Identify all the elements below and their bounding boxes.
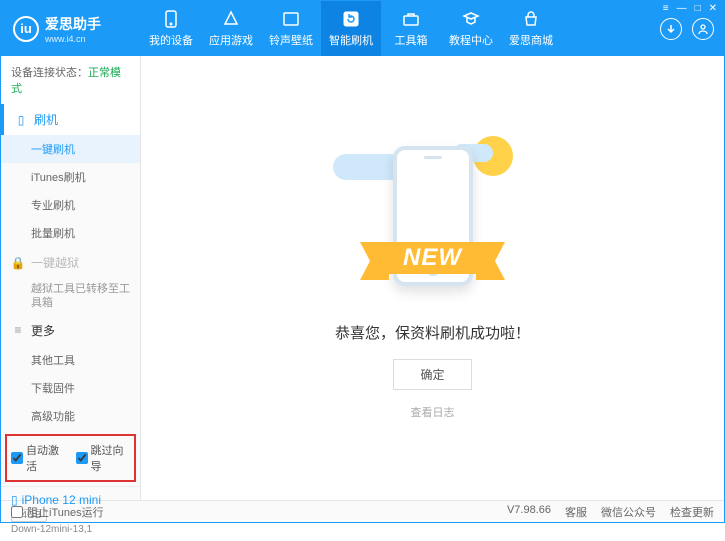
- sidebar-group-jailbreak[interactable]: 🔒 一键越狱: [1, 247, 140, 278]
- download-button[interactable]: [660, 18, 682, 40]
- apps-icon: [222, 10, 240, 28]
- sidebar: 设备连接状态：正常模式 ▯ 刷机 一键刷机 iTunes刷机 专业刷机 批量刷机…: [1, 56, 141, 500]
- header-bar: iu 爱思助手 www.i4.cn 我的设备 应用游戏 铃声壁纸 智能刷机 工具…: [1, 1, 724, 56]
- minimize-icon[interactable]: —: [677, 3, 687, 14]
- sidebar-item-download-fw[interactable]: 下载固件: [1, 374, 140, 402]
- tutorial-icon: [462, 10, 480, 28]
- logo-area: iu 爱思助手 www.i4.cn: [1, 14, 141, 44]
- nav-apps[interactable]: 应用游戏: [201, 1, 261, 56]
- sidebar-item-other-tools[interactable]: 其他工具: [1, 346, 140, 374]
- success-message: 恭喜您，保资料刷机成功啦！: [335, 322, 530, 343]
- maximize-icon[interactable]: □: [695, 3, 701, 14]
- device-model: Down-12mini-13,1: [11, 524, 130, 535]
- checkbox-auto-activate[interactable]: 自动激活: [11, 442, 66, 474]
- menu-icon[interactable]: ≡: [663, 3, 669, 14]
- window-controls: ≡ — □ ✕: [663, 3, 717, 14]
- sidebar-item-advanced[interactable]: 高级功能: [1, 402, 140, 430]
- sidebar-item-pro-flash[interactable]: 专业刷机: [1, 191, 140, 219]
- nav-smart-flash[interactable]: 智能刷机: [321, 1, 381, 56]
- sidebar-group-more[interactable]: ≡ 更多: [1, 315, 140, 346]
- footer-link-support[interactable]: 客服: [565, 504, 587, 520]
- close-icon[interactable]: ✕: [709, 3, 717, 14]
- jailbreak-note: 越狱工具已转移至工具箱: [1, 278, 140, 315]
- view-log-link[interactable]: 查看日志: [411, 404, 455, 420]
- sidebar-item-onekey-flash[interactable]: 一键刷机: [1, 135, 140, 163]
- version-label: V7.98.66: [507, 504, 551, 520]
- top-nav: 我的设备 应用游戏 铃声壁纸 智能刷机 工具箱 教程中心 爱思商城: [141, 1, 650, 56]
- footer-link-update[interactable]: 检查更新: [670, 504, 714, 520]
- header-right: [650, 18, 724, 40]
- sidebar-group-flash[interactable]: ▯ 刷机: [1, 104, 140, 135]
- options-highlight-box: 自动激活 跳过向导: [5, 434, 136, 482]
- sidebar-item-batch-flash[interactable]: 批量刷机: [1, 219, 140, 247]
- refresh-icon: [342, 10, 360, 28]
- phone-icon: ▯: [14, 113, 28, 127]
- footer-link-wechat[interactable]: 微信公众号: [601, 504, 656, 520]
- new-ribbon: NEW: [389, 242, 476, 274]
- success-illustration: NEW: [333, 136, 533, 306]
- wallpaper-icon: [282, 10, 300, 28]
- checkbox-block-itunes[interactable]: 阻止iTunes运行: [11, 504, 104, 520]
- nav-my-device[interactable]: 我的设备: [141, 1, 201, 56]
- checkbox-skip-guide[interactable]: 跳过向导: [76, 442, 131, 474]
- nav-toolbox[interactable]: 工具箱: [381, 1, 441, 56]
- lock-icon: 🔒: [11, 256, 25, 270]
- device-icon: [162, 10, 180, 28]
- logo-icon: iu: [13, 16, 39, 42]
- nav-tutorials[interactable]: 教程中心: [441, 1, 501, 56]
- sidebar-item-itunes-flash[interactable]: iTunes刷机: [1, 163, 140, 191]
- device-status: 设备连接状态：正常模式: [1, 56, 140, 104]
- store-icon: [522, 10, 540, 28]
- toolbox-icon: [402, 10, 420, 28]
- nav-ringtones[interactable]: 铃声壁纸: [261, 1, 321, 56]
- app-name: 爱思助手: [45, 14, 101, 34]
- nav-store[interactable]: 爱思商城: [501, 1, 561, 56]
- ok-button[interactable]: 确定: [393, 359, 471, 390]
- account-button[interactable]: [692, 18, 714, 40]
- main-content: NEW 恭喜您，保资料刷机成功啦！ 确定 查看日志: [141, 56, 724, 500]
- more-icon: ≡: [11, 323, 25, 337]
- app-url: www.i4.cn: [45, 34, 101, 44]
